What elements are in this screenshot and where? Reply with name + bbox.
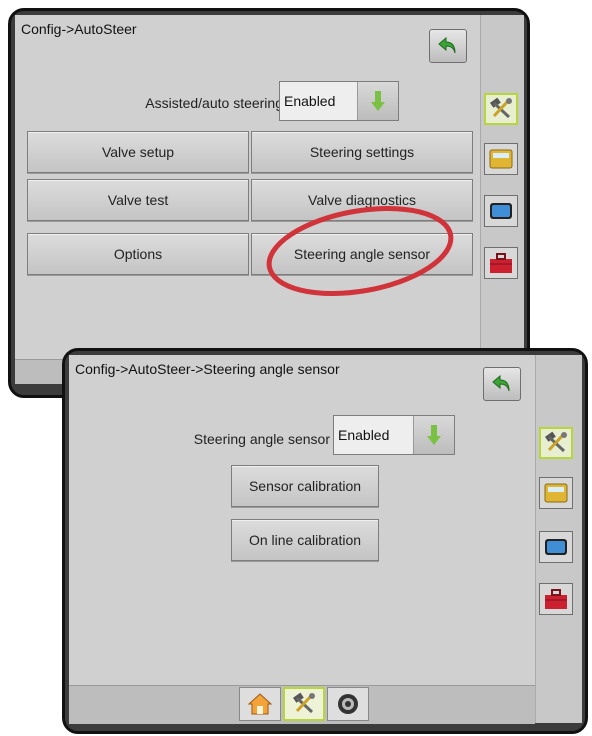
screen-icon [545,539,567,555]
options-button[interactable]: Options [27,233,249,275]
console-icon [544,483,568,503]
breadcrumb: Config->AutoSteer [21,21,137,37]
assisted-steering-label: Assisted/auto steering [145,95,283,111]
console-icon [489,149,513,169]
home-icon [247,693,273,715]
back-arrow-icon [438,36,456,54]
tools-icon [545,431,567,453]
dropdown-arrow[interactable] [413,416,454,454]
back-arrow-icon [492,374,510,392]
side-tab-console[interactable] [539,477,573,509]
toolbox-icon [490,253,512,273]
sensor-content: Config->AutoSteer->Steering angle sensor… [69,355,582,724]
side-tab-tools[interactable] [484,93,518,125]
side-tab-tools[interactable] [539,427,573,459]
assisted-steering-value: Enabled [284,93,336,109]
sensor-calibration-button[interactable]: Sensor calibration [231,465,379,507]
back-button[interactable] [483,367,521,401]
side-tab-screen[interactable] [539,531,573,563]
down-arrow-icon [427,425,441,445]
gnss-icon [338,694,358,714]
down-arrow-icon [371,91,385,111]
highlight-ring [266,205,454,297]
bottom-tab-tools[interactable] [283,687,325,721]
side-tab-console[interactable] [484,143,518,175]
tools-icon [490,97,512,119]
valve-test-button[interactable]: Valve test [27,179,249,221]
back-button[interactable] [429,29,467,63]
steering-angle-sensor-screen: Config->AutoSteer->Steering angle sensor… [62,348,588,734]
sensor-value: Enabled [338,427,390,443]
tools-icon [293,692,315,714]
autosteer-screen: Config->AutoSteer Assisted/auto steering… [8,8,530,398]
bottom-tab-home[interactable] [239,687,281,721]
bottom-tab-gnss[interactable] [327,687,369,721]
online-calibration-button[interactable]: On line calibration [231,519,379,561]
sensor-dropdown[interactable]: Enabled [333,415,455,455]
assisted-steering-dropdown[interactable]: Enabled [279,81,399,121]
toolbox-icon [545,589,567,609]
valve-setup-button[interactable]: Valve setup [27,131,249,173]
side-tab-toolbox[interactable] [539,583,573,615]
sensor-label: Steering angle sensor [193,431,330,447]
steering-settings-button[interactable]: Steering settings [251,131,473,173]
dropdown-arrow[interactable] [357,82,398,120]
breadcrumb: Config->AutoSteer->Steering angle sensor [75,361,340,377]
side-tab-toolbox[interactable] [484,247,518,279]
side-tab-screen[interactable] [484,195,518,227]
screen-icon [490,203,512,219]
